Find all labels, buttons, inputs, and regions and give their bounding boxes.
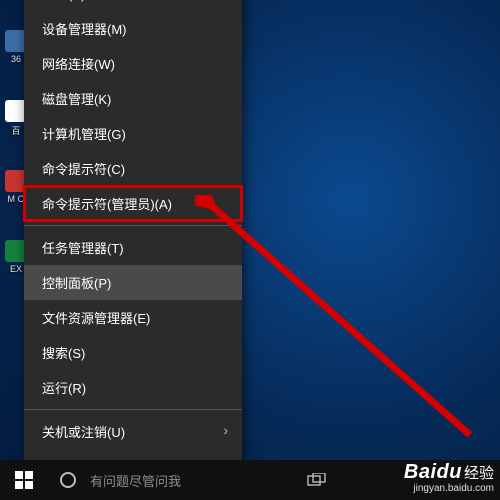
cortana-search-text[interactable]: 有问题尽管问我 bbox=[90, 471, 181, 490]
task-view-icon bbox=[307, 473, 327, 487]
menu-item-search[interactable]: 搜索(S) bbox=[24, 335, 242, 370]
menu-item-run[interactable]: 运行(R) bbox=[24, 370, 242, 405]
cortana-icon[interactable] bbox=[48, 460, 88, 500]
menu-item-device-manager[interactable]: 设备管理器(M) bbox=[24, 11, 242, 46]
menu-item-shutdown-signout[interactable]: 关机或注销(U) bbox=[24, 414, 242, 449]
watermark: Baidu经验 jingyan.baidu.com bbox=[404, 462, 494, 494]
menu-separator bbox=[24, 225, 242, 226]
menu-separator bbox=[24, 409, 242, 410]
menu-item-network-connections[interactable]: 网络连接(W) bbox=[24, 46, 242, 81]
watermark-suffix: 经验 bbox=[464, 465, 494, 482]
watermark-user: jingyan.baidu.com bbox=[404, 484, 494, 494]
winx-context-menu: 系统(Y) 设备管理器(M) 网络连接(W) 磁盘管理(K) 计算机管理(G) … bbox=[24, 0, 242, 488]
menu-item-control-panel[interactable]: 控制面板(P) bbox=[24, 265, 242, 300]
menu-item-computer-management[interactable]: 计算机管理(G) bbox=[24, 116, 242, 151]
task-view-button[interactable] bbox=[304, 467, 330, 493]
menu-item-command-prompt[interactable]: 命令提示符(C) bbox=[24, 151, 242, 186]
menu-item-task-manager[interactable]: 任务管理器(T) bbox=[24, 230, 242, 265]
menu-item-file-explorer[interactable]: 文件资源管理器(E) bbox=[24, 300, 242, 335]
windows-logo-icon bbox=[15, 471, 33, 489]
start-button[interactable] bbox=[0, 460, 48, 500]
menu-item-command-prompt-admin[interactable]: 命令提示符(管理员)(A) bbox=[24, 186, 242, 221]
menu-item-system[interactable]: 系统(Y) bbox=[24, 0, 242, 11]
menu-item-disk-management[interactable]: 磁盘管理(K) bbox=[24, 81, 242, 116]
watermark-brand: Baidu bbox=[404, 461, 462, 483]
